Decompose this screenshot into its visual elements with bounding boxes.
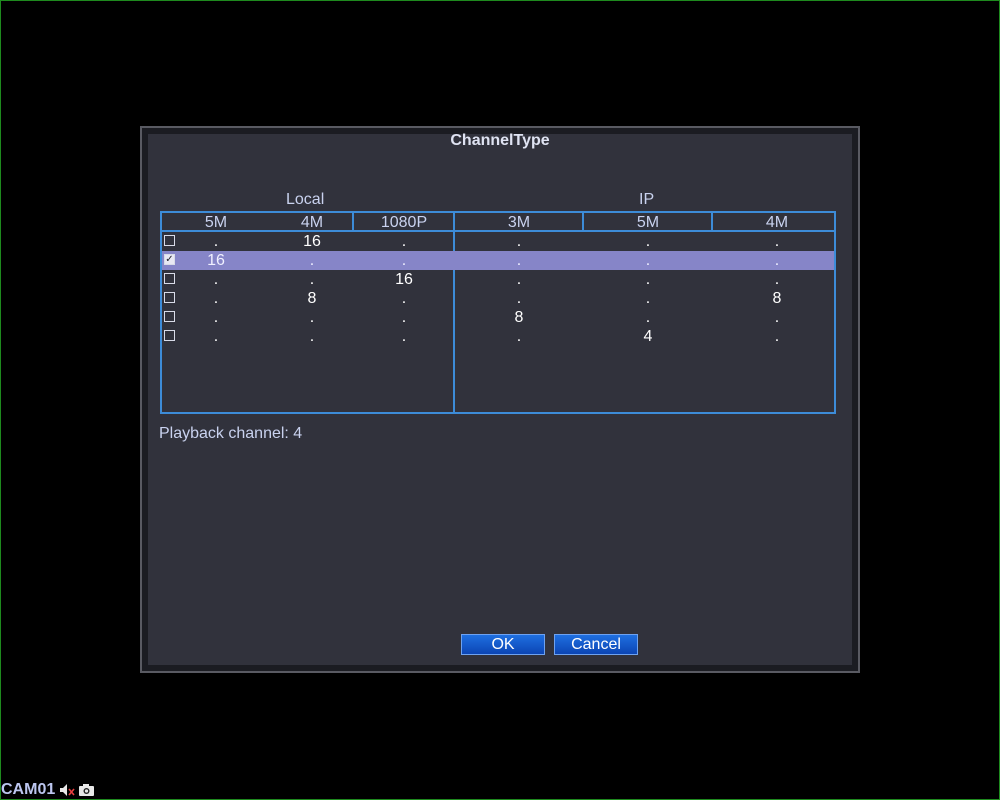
ok-button[interactable]: OK (461, 634, 545, 655)
channel-count-cell: . (645, 309, 651, 326)
camera-label: CAM01 (1, 781, 56, 798)
column-divider (711, 213, 713, 230)
column-header: 3M (507, 214, 531, 231)
playback-channel-text: Playback channel: 4 (159, 425, 303, 442)
column-header: 4M (765, 214, 789, 231)
table-row[interactable]: . 16.... (162, 232, 834, 251)
channel-count-cell: . (401, 252, 407, 269)
table-row[interactable]: .. 16... (162, 270, 834, 289)
channel-count-cell: . (516, 290, 522, 307)
channel-count-cell: 16 (395, 271, 413, 288)
status-bar: CAM01 (1, 781, 97, 798)
table-row[interactable]: .... 4. (162, 327, 834, 346)
column-header: 1080P (380, 214, 428, 231)
channel-count-cell: . (645, 271, 651, 288)
channel-type-table: 5M 4M 1080P 3M 5M 4M . 16.... ✓ 16....... 16.... 8… (160, 211, 836, 414)
channel-count-cell: . (645, 252, 651, 269)
column-divider (582, 213, 584, 230)
speaker-muted-icon (60, 784, 75, 796)
channel-count-cell: . (213, 290, 219, 307)
ip-group-label: IP (639, 191, 655, 208)
column-header: 5M (636, 214, 660, 231)
column-header: 5M (204, 214, 228, 231)
channel-count-cell: . (401, 233, 407, 250)
camera-icon (79, 784, 95, 796)
channel-count-cell: 8 (307, 290, 317, 307)
channel-count-cell: 8 (772, 290, 782, 307)
channel-count-cell: . (774, 328, 780, 345)
channel-count-cell: . (774, 233, 780, 250)
channel-count-cell: . (645, 290, 651, 307)
channel-count-cell: . (401, 290, 407, 307)
channel-count-cell: . (309, 309, 315, 326)
channel-count-cell: . (516, 233, 522, 250)
channel-count-cell: . (401, 328, 407, 345)
channel-count-cell: . (213, 271, 219, 288)
column-header: 4M (300, 214, 324, 231)
channel-count-cell: . (774, 271, 780, 288)
table-row[interactable]: . 8... 8 (162, 289, 834, 308)
channel-count-cell: . (774, 252, 780, 269)
channel-count-cell: 16 (207, 252, 225, 269)
local-group-label: Local (286, 191, 325, 208)
channel-count-cell: 8 (514, 309, 524, 326)
channel-count-cell: . (645, 233, 651, 250)
table-row[interactable]: ... 8.. (162, 308, 834, 327)
channel-count-cell: . (516, 271, 522, 288)
channel-count-cell: . (213, 309, 219, 326)
channel-count-cell: 4 (643, 328, 653, 345)
channel-count-cell: . (401, 309, 407, 326)
table-row[interactable]: ✓ 16..... (162, 251, 834, 270)
channel-count-cell: . (774, 309, 780, 326)
channel-type-dialog: ChannelType Local IP 5M 4M 1080P 3M 5M 4M . 16… (140, 126, 860, 673)
channel-count-cell: . (516, 252, 522, 269)
channel-count-cell: . (309, 328, 315, 345)
channel-count-cell: . (213, 233, 219, 250)
dialog-title: ChannelType (450, 132, 550, 149)
cancel-button[interactable]: Cancel (554, 634, 638, 655)
channel-count-cell: . (309, 271, 315, 288)
channel-count-cell: . (213, 328, 219, 345)
channel-count-cell: . (516, 328, 522, 345)
channel-count-cell: 16 (303, 233, 321, 250)
channel-count-cell: . (309, 252, 315, 269)
